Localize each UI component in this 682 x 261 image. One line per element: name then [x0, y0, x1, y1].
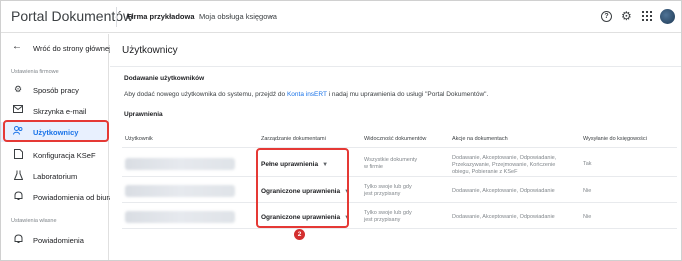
cell-text: Tylko swoje lub gdy	[364, 210, 412, 216]
section-title-own: Ustawienia własne	[11, 218, 57, 224]
column-header-sending: Wysyłanie do księgowości	[583, 136, 647, 142]
sidebar-item-office-notifications[interactable]: Powiadomienia od biura	[1, 187, 113, 207]
actions-cell: Dodawanie, Akceptowanie, Odpowiadanie, P…	[452, 155, 556, 176]
user-name-blurred	[125, 185, 235, 197]
sidebar-item-label: Powiadomienia od biura	[33, 193, 114, 202]
sidebar: ← Wróć do strony głównej Ustawienia firm…	[1, 34, 113, 260]
cell-text: Dodawanie, Akceptowanie, Odpowiadanie,	[452, 155, 557, 161]
flask-icon	[13, 170, 23, 181]
back-link[interactable]: Wróć do strony głównej	[33, 44, 111, 53]
cell-text: Dodawanie, Akceptowanie, Odpowiadanie	[452, 188, 555, 194]
insert-account-link[interactable]: Konta insERT	[287, 91, 327, 98]
arrow-left-icon[interactable]: ←	[12, 41, 22, 52]
avatar[interactable]	[660, 9, 675, 24]
column-header-doc-visibility: Widoczność dokumentów	[364, 136, 427, 142]
highlight-users	[3, 120, 109, 142]
sending-cell: Nie	[583, 188, 592, 194]
sidebar-item-label: Konfiguracja KSeF	[33, 151, 96, 160]
highlight-permission-selects	[256, 148, 349, 228]
ksef-icon	[13, 149, 23, 160]
divider	[122, 202, 677, 203]
sidebar-item-laboratory[interactable]: Laboratorium	[1, 166, 108, 186]
gear-icon: ⚙	[13, 84, 23, 94]
divider	[122, 176, 677, 177]
cell-text: jest przypisany	[364, 191, 401, 197]
description-text: i nadaj mu uprawnienia do usługi "Portal…	[326, 91, 489, 98]
app-title[interactable]: Portal Dokumentów	[11, 8, 133, 24]
top-bar: Portal Dokumentów Firma przykładowa Moja…	[1, 1, 681, 33]
actions-cell: Dodawanie, Akceptowanie, Odpowiadanie	[452, 214, 555, 221]
cell-text: Dodawanie, Akceptowanie, Odpowiadanie	[452, 214, 555, 220]
company-selector[interactable]: Firma przykładowa	[127, 12, 195, 21]
chevron-down-icon[interactable]: ⌄	[268, 10, 275, 19]
app-window: Portal Dokumentów Firma przykładowa Moja…	[0, 0, 682, 261]
visibility-cell: Tylko swoje lub gdy jest przypisany	[364, 184, 412, 198]
cell-text: w firmie	[364, 164, 383, 170]
column-header-doc-management: Zarządzanie dokumentami	[261, 136, 326, 142]
main-content: Użytkownicy Dodawanie użytkowników Aby d…	[110, 34, 681, 260]
office-selector[interactable]: Moja obsługa księgowa	[199, 12, 277, 21]
section-heading-add-users: Dodawanie użytkowników	[124, 75, 205, 82]
column-header-doc-actions: Akcje na dokumentach	[452, 136, 508, 142]
cell-text: obiegu, Pobieranie z KSeF	[452, 169, 518, 175]
divider	[122, 228, 677, 229]
sending-cell: Nie	[583, 214, 592, 220]
cell-text: Tylko swoje lub gdy	[364, 184, 412, 190]
sidebar-item-label: Skrzynka e-mail	[33, 107, 87, 116]
apps-icon[interactable]	[642, 11, 652, 21]
cell-text: Przekazywanie, Przejmowanie, Kończenie	[452, 162, 556, 168]
sidebar-item-ksef[interactable]: Konfiguracja KSeF	[1, 145, 108, 165]
user-name-blurred	[125, 158, 235, 170]
user-name-blurred	[125, 211, 235, 223]
description-text: Aby dodać nowego użytkownika do systemu,…	[124, 91, 287, 98]
sidebar-item-label: Laboratorium	[33, 172, 78, 181]
visibility-cell: Tylko swoje lub gdy jest przypisany	[364, 210, 412, 224]
sidebar-item-label: Sposób pracy	[33, 86, 79, 95]
divider	[122, 147, 677, 148]
cell-text: jest przypisany	[364, 217, 401, 223]
sidebar-item-notifications[interactable]: Powiadomienia	[1, 230, 108, 250]
sidebar-item-label: Powiadomienia	[33, 236, 84, 245]
callout-badge-2: 2	[294, 229, 305, 240]
section-heading-permissions: Uprawnienia	[124, 111, 163, 118]
divider	[110, 66, 681, 67]
help-icon[interactable]: ?	[601, 11, 612, 22]
bell-icon	[13, 191, 23, 202]
gear-icon[interactable]: ⚙	[621, 9, 632, 23]
sending-cell: Tak	[583, 161, 592, 167]
bell-icon	[13, 234, 23, 245]
mail-icon	[13, 105, 23, 116]
divider	[116, 7, 117, 27]
cell-text: Wszystkie dokumenty	[364, 157, 418, 163]
page-title: Użytkownicy	[122, 45, 178, 56]
actions-cell: Dodawanie, Akceptowanie, Odpowiadanie	[452, 188, 555, 195]
section-title-company: Ustawienia firmowe	[11, 69, 59, 75]
sidebar-item-mailbox[interactable]: Skrzynka e-mail	[1, 101, 108, 121]
sidebar-item-work-mode[interactable]: ⚙ Sposób pracy	[1, 80, 108, 100]
add-users-description: Aby dodać nowego użytkownika do systemu,…	[124, 91, 488, 98]
column-header-user: Użytkownik	[125, 136, 153, 142]
visibility-cell: Wszystkie dokumenty w firmie	[364, 157, 417, 171]
